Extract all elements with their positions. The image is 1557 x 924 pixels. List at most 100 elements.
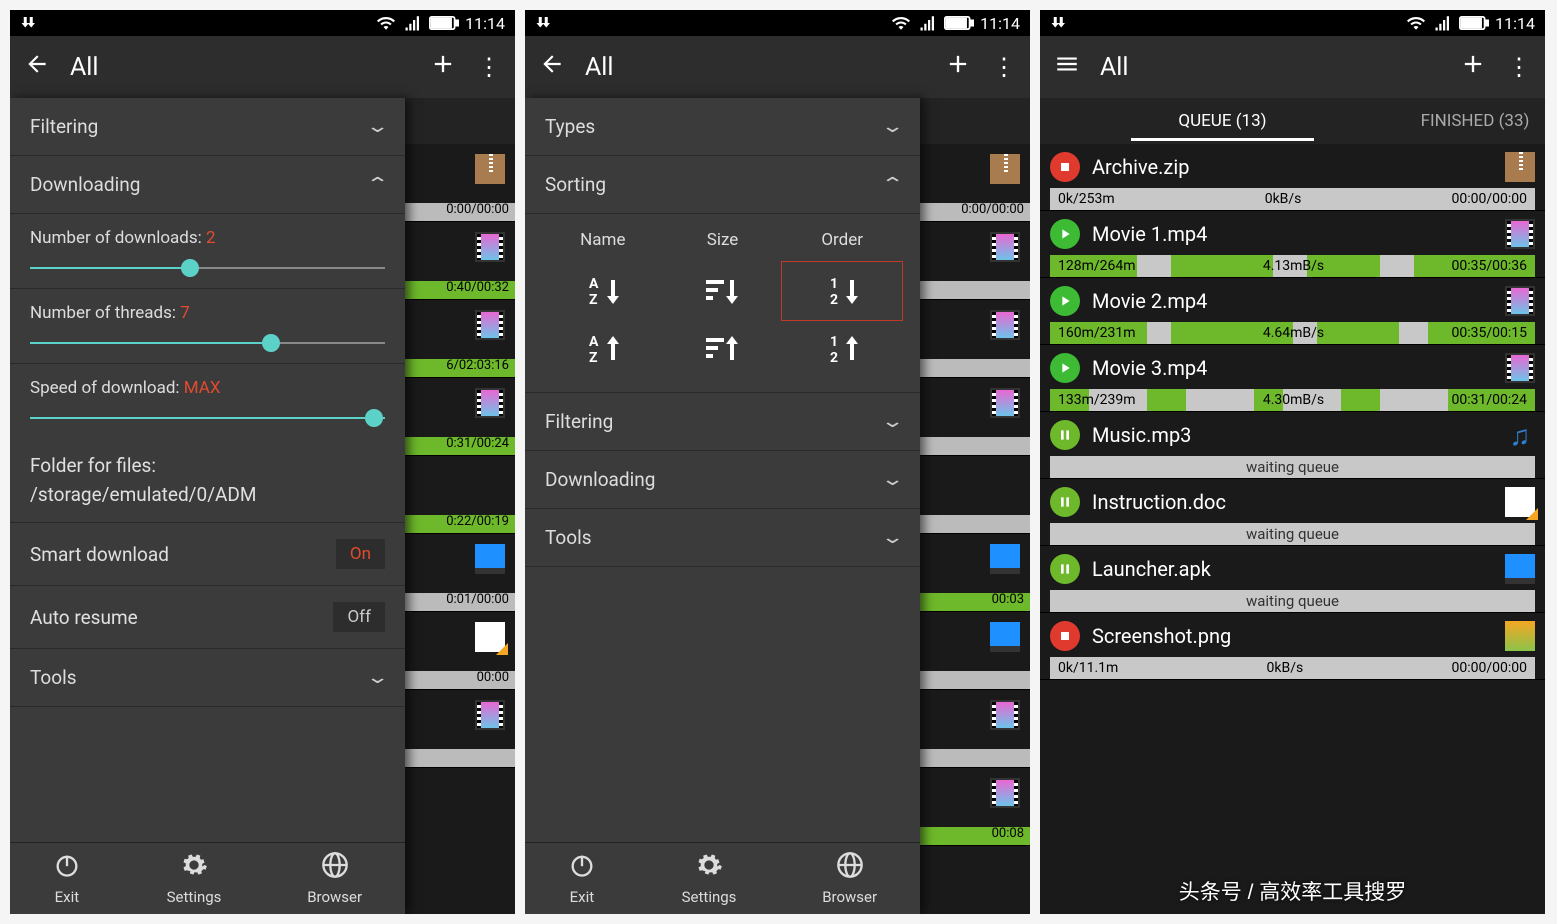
sort-size-desc[interactable] — [663, 262, 783, 320]
row-auto[interactable]: Auto resume Off — [10, 586, 405, 649]
signal-icon — [918, 14, 938, 32]
pause-icon[interactable] — [1050, 420, 1080, 450]
play-icon[interactable] — [1050, 286, 1080, 316]
row-folder[interactable]: Folder for files: /storage/emulated/0/AD… — [10, 438, 405, 523]
appbar-title: All — [1100, 53, 1439, 82]
screen-1: 11:14 All ⋮ 0:00/00:000:40/00:326/02:03:… — [10, 10, 515, 914]
menu-icon[interactable] — [1054, 51, 1080, 84]
status-time: 11:14 — [1495, 14, 1535, 33]
download-list: Archive.zip0k/253m0kB/s00:00/00:00Movie … — [1040, 144, 1545, 914]
settings-button[interactable]: Settings — [167, 851, 222, 906]
list-item[interactable]: Screenshot.png0k/11.1m0kB/s00:00/00:00 — [1040, 613, 1545, 680]
battery-icon — [1459, 15, 1489, 31]
browser-button[interactable]: Browser — [307, 851, 362, 906]
stop-icon[interactable] — [1050, 152, 1080, 182]
toggle-smart[interactable]: On — [336, 539, 385, 569]
signal-icon — [1433, 14, 1453, 32]
drawer-settings: Filtering ⌄ Downloading ⌃ Number of down… — [10, 98, 405, 914]
screen-2: 11:14 All ⋮ 0:00/00:0000:0300:08 Types ⌄… — [525, 10, 1030, 914]
play-icon[interactable] — [1050, 353, 1080, 383]
slider-threads[interactable]: Number of threads: 7 — [10, 289, 405, 364]
sort-name-label: Name — [543, 222, 663, 262]
add-icon[interactable] — [1459, 50, 1487, 85]
browser-button[interactable]: Browser — [822, 851, 877, 906]
drawer-sorting: Types ⌄ Sorting ⌃ Name Size Order AZ 12 … — [525, 98, 920, 914]
screen-3: 11:14 All ⋮ QUEUE (13) FINISHED (33) Arc… — [1040, 10, 1545, 914]
list-item[interactable]: Movie 3.mp4133m/239m4.30mB/s00:31/00:24 — [1040, 345, 1545, 412]
file-name: Movie 3.mp4 — [1092, 356, 1493, 380]
row-filtering[interactable]: Filtering ⌄ — [10, 98, 405, 156]
play-icon[interactable] — [1050, 219, 1080, 249]
row-downloading[interactable]: Downloading ⌄ — [525, 451, 920, 509]
exit-button[interactable]: Exit — [53, 851, 81, 906]
slider-speed[interactable]: Speed of download: MAX — [10, 364, 405, 438]
tab-queue[interactable]: QUEUE (13) — [1040, 101, 1405, 141]
file-name: Movie 1.mp4 — [1092, 222, 1493, 246]
svg-text:A: A — [589, 334, 599, 350]
file-name: Movie 2.mp4 — [1092, 289, 1493, 313]
list-item[interactable]: Instruction.docwaiting queue — [1040, 479, 1545, 546]
wifi-icon — [375, 14, 397, 32]
appbar-title: All — [70, 53, 409, 82]
overflow-icon[interactable]: ⋮ — [477, 53, 501, 81]
back-icon[interactable] — [539, 51, 565, 84]
file-name: Archive.zip — [1092, 155, 1493, 179]
status-time: 11:14 — [980, 14, 1020, 33]
status-bar: 11:14 — [525, 10, 1030, 36]
svg-text:1: 1 — [830, 276, 838, 292]
tab-finished[interactable]: FINISHED (33) — [1405, 101, 1545, 141]
sort-size-label: Size — [663, 222, 783, 262]
svg-text:Z: Z — [589, 292, 598, 308]
row-sorting[interactable]: Sorting ⌃ — [525, 156, 920, 214]
app-bar: All ⋮ — [1040, 36, 1545, 98]
row-tools[interactable]: Tools ⌄ — [10, 649, 405, 707]
drawer-footer: Exit Settings Browser — [525, 842, 920, 914]
list-item[interactable]: Launcher.apkwaiting queue — [1040, 546, 1545, 613]
sort-name-desc[interactable]: AZ — [543, 262, 663, 320]
sort-order-desc[interactable]: 12 — [782, 262, 902, 320]
list-item[interactable]: Movie 1.mp4128m/264m4.13mB/s00:35/00:36 — [1040, 211, 1545, 278]
overflow-icon[interactable]: ⋮ — [992, 53, 1016, 81]
add-icon[interactable] — [429, 50, 457, 85]
app-bar: All ⋮ — [525, 36, 1030, 98]
list-item[interactable]: Archive.zip0k/253m0kB/s00:00/00:00 — [1040, 144, 1545, 211]
overflow-icon[interactable]: ⋮ — [1507, 53, 1531, 81]
slider-downloads[interactable]: Number of downloads: 2 — [10, 214, 405, 289]
svg-text:Z: Z — [589, 350, 598, 366]
appbar-title: All — [585, 53, 924, 82]
list-item[interactable]: Movie 2.mp4160m/231m4.64mB/s00:35/00:15 — [1040, 278, 1545, 345]
chevron-up-icon: ⌃ — [880, 174, 904, 195]
sort-name-asc[interactable]: AZ — [543, 320, 663, 378]
battery-icon — [429, 15, 459, 31]
stop-icon[interactable] — [1050, 621, 1080, 651]
file-name: Screenshot.png — [1092, 624, 1493, 648]
chevron-down-icon: ⌄ — [880, 411, 904, 432]
sort-order-label: Order — [782, 222, 902, 262]
signal-icon — [403, 14, 423, 32]
wifi-icon — [890, 14, 912, 32]
pause-icon[interactable] — [1050, 554, 1080, 584]
download-icon — [535, 14, 553, 32]
pause-icon[interactable] — [1050, 487, 1080, 517]
row-downloading[interactable]: Downloading ⌃ — [10, 156, 405, 214]
row-smart[interactable]: Smart download On — [10, 523, 405, 586]
toggle-auto[interactable]: Off — [333, 602, 385, 632]
svg-text:1: 1 — [830, 334, 838, 350]
row-tools[interactable]: Tools ⌄ — [525, 509, 920, 567]
watermark: 头条号 / 高效率工具搜罗 — [1040, 876, 1545, 906]
list-item[interactable]: Music.mp3♫waiting queue — [1040, 412, 1545, 479]
download-icon — [20, 14, 38, 32]
row-filtering[interactable]: Filtering ⌄ — [525, 393, 920, 451]
sort-size-asc[interactable] — [663, 320, 783, 378]
download-icon — [1050, 14, 1068, 32]
back-icon[interactable] — [24, 51, 50, 84]
sort-order-asc[interactable]: 12 — [782, 320, 902, 378]
status-bar: 11:14 — [10, 10, 515, 36]
row-types[interactable]: Types ⌄ — [525, 98, 920, 156]
status-bar: 11:14 — [1040, 10, 1545, 36]
svg-text:2: 2 — [830, 292, 838, 308]
settings-button[interactable]: Settings — [682, 851, 737, 906]
add-icon[interactable] — [944, 50, 972, 85]
exit-button[interactable]: Exit — [568, 851, 596, 906]
wifi-icon — [1405, 14, 1427, 32]
